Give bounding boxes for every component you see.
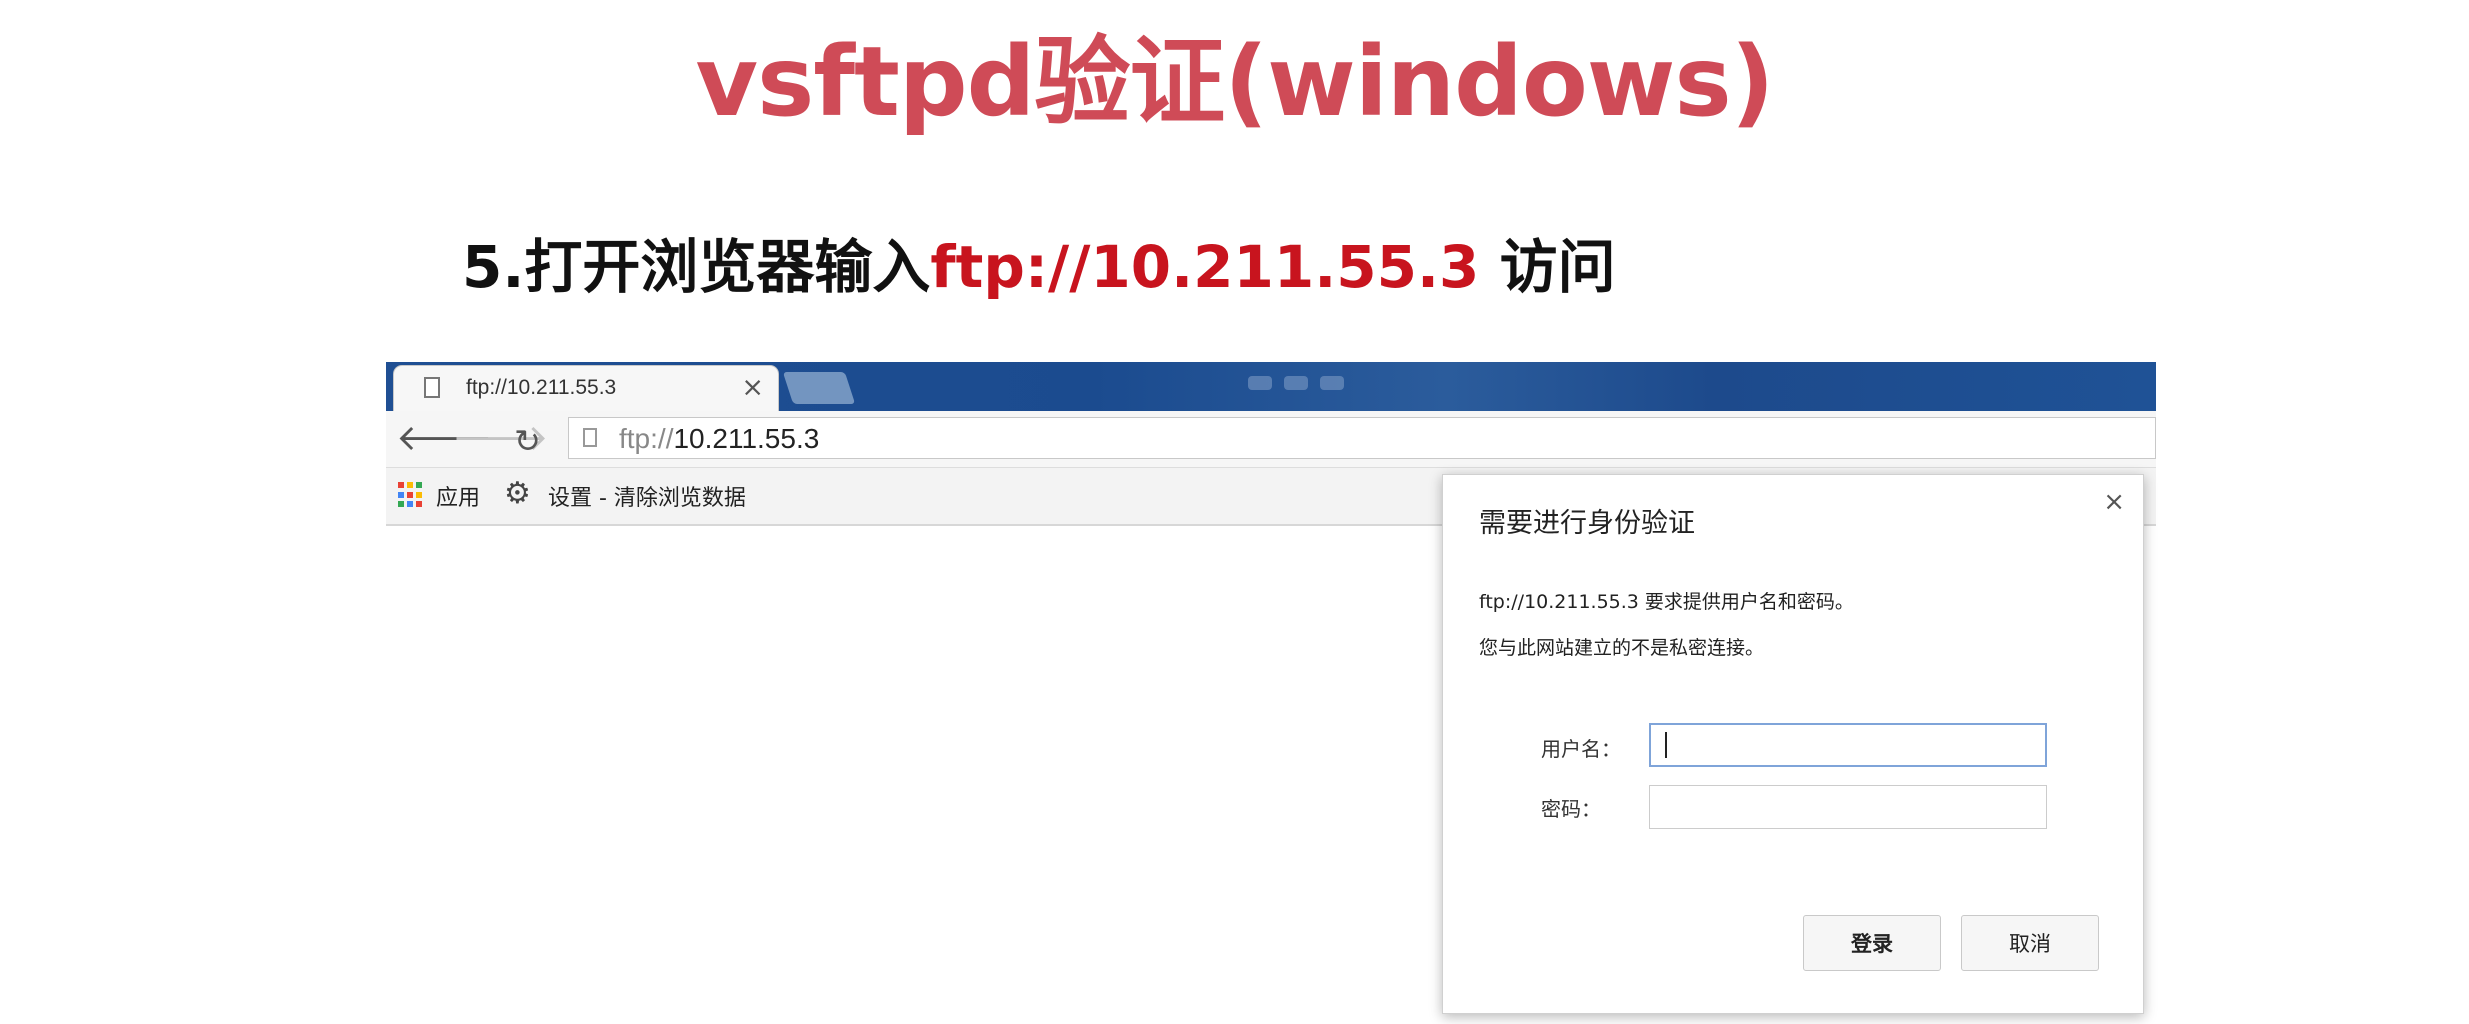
apps-grid-dot	[398, 482, 404, 488]
url-host: 10.211.55.3	[673, 423, 820, 454]
dialog-message: ftp://10.211.55.3 要求提供用户名和密码。	[1479, 591, 1854, 613]
apps-grid-icon[interactable]	[398, 482, 424, 508]
apps-grid-dot	[407, 491, 413, 498]
username-field[interactable]	[1649, 723, 2047, 767]
browser-toolbar: 🡐 🡒 ↻ ftp://10.211.55.3	[386, 411, 2156, 468]
step-suffix: 访问	[1479, 233, 1616, 301]
tab-strip: ftp://10.211.55.3 ×	[386, 362, 2156, 411]
step-instruction: 5.打开浏览器输入ftp://10.211.55.3 访问	[462, 220, 1616, 304]
window-close-icon[interactable]	[1320, 376, 1344, 390]
slide-title: vsftpd验证(windows)	[695, 26, 1775, 138]
close-icon[interactable]: ×	[2103, 487, 2125, 517]
auth-dialog: × 需要进行身份验证 ftp://10.211.55.3 要求提供用户名和密码。…	[1442, 474, 2144, 1014]
page-icon	[583, 428, 597, 447]
gear-icon[interactable]: ⚙	[504, 476, 531, 511]
username-label: 用户名：	[1541, 737, 1621, 761]
step-prefix: 5.打开浏览器输入	[462, 233, 931, 301]
password-label: 密码：	[1541, 797, 1601, 821]
bookmark-settings-clear-data[interactable]: 设置 - 清除浏览数据	[548, 480, 746, 512]
window-maximize-icon[interactable]	[1284, 376, 1308, 390]
url-scheme: ftp://	[619, 423, 674, 454]
dialog-warning: 您与此网站建立的不是私密连接。	[1479, 637, 1765, 659]
browser-tab[interactable]: ftp://10.211.55.3 ×	[394, 366, 778, 411]
apps-grid-dot	[398, 501, 404, 508]
password-field[interactable]	[1649, 785, 2047, 829]
login-button[interactable]: 登录	[1803, 915, 1941, 971]
address-text: ftp://10.211.55.3	[619, 423, 819, 455]
tab-title: ftp://10.211.55.3	[466, 376, 617, 399]
apps-grid-dot	[407, 501, 413, 508]
page-icon	[424, 377, 440, 398]
apps-grid-dot	[416, 501, 422, 508]
apps-grid-dot	[416, 491, 422, 498]
bookmark-apps[interactable]: 应用	[436, 480, 480, 512]
reload-icon[interactable]: ↻	[514, 423, 541, 459]
cancel-button[interactable]: 取消	[1961, 915, 2099, 971]
step-url: ftp://10.211.55.3	[930, 233, 1480, 301]
apps-grid-dot	[407, 482, 413, 488]
new-tab-button[interactable]	[782, 372, 856, 404]
apps-grid-dot	[416, 482, 422, 488]
text-caret	[1665, 732, 1667, 758]
dialog-title: 需要进行身份验证	[1479, 508, 1695, 539]
apps-grid-dot	[398, 491, 404, 498]
window-minimize-icon[interactable]	[1248, 376, 1272, 390]
tab-close-icon[interactable]: ×	[741, 372, 764, 403]
address-bar[interactable]: ftp://10.211.55.3	[568, 417, 2156, 459]
